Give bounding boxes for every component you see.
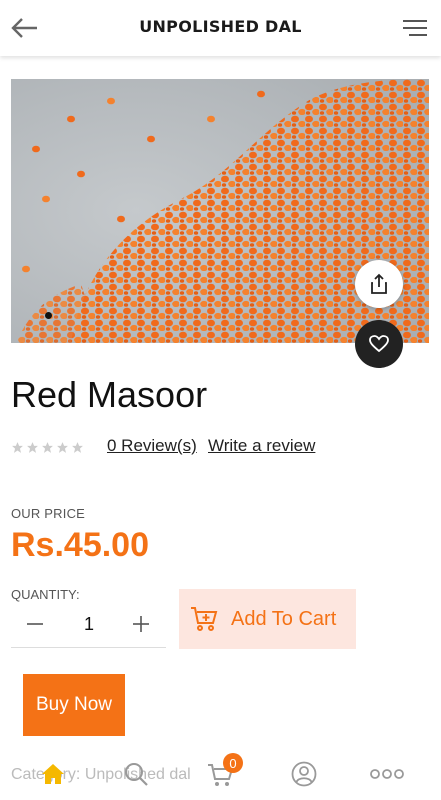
top-app-bar: UNPOLISHED DAL	[0, 0, 441, 56]
more-icon[interactable]	[370, 760, 404, 788]
star-icon	[27, 442, 38, 453]
star-icon	[57, 442, 68, 453]
star-icon	[72, 442, 83, 453]
page-title: UNPOLISHED DAL	[139, 17, 302, 36]
buy-now-button[interactable]: Buy Now	[23, 674, 125, 736]
share-icon	[371, 273, 387, 294]
write-review-link[interactable]: Write a review	[208, 436, 315, 456]
cart-count-badge: 0	[223, 753, 243, 773]
reviews-link[interactable]: 0 Review(s)	[107, 436, 197, 456]
add-to-cart-label: Add To Cart	[231, 607, 337, 630]
price-value: Rs.45.00	[11, 526, 149, 564]
plus-icon[interactable]	[131, 614, 151, 634]
carousel-dot-active[interactable]	[45, 312, 52, 319]
add-to-cart-button[interactable]: Add To Cart	[179, 589, 356, 649]
star-icon	[42, 442, 53, 453]
user-icon[interactable]	[290, 760, 318, 788]
heart-icon	[369, 335, 389, 353]
hamburger-menu-icon[interactable]	[403, 16, 427, 40]
share-button[interactable]	[355, 260, 403, 308]
star-icon	[12, 442, 23, 453]
price-label: OUR PRICE	[11, 506, 86, 521]
bottom-navigation	[0, 746, 441, 800]
wishlist-button[interactable]	[355, 320, 403, 368]
quantity-label: QUANTITY:	[11, 587, 80, 602]
minus-icon[interactable]	[25, 614, 45, 634]
product-name: Red Masoor	[11, 374, 208, 415]
search-icon[interactable]	[122, 760, 150, 788]
quantity-value[interactable]: 1	[81, 614, 97, 635]
cart-plus-icon	[191, 607, 218, 631]
home-icon[interactable]	[39, 760, 67, 788]
star-rating	[11, 441, 84, 454]
quantity-stepper: 1	[11, 602, 166, 648]
